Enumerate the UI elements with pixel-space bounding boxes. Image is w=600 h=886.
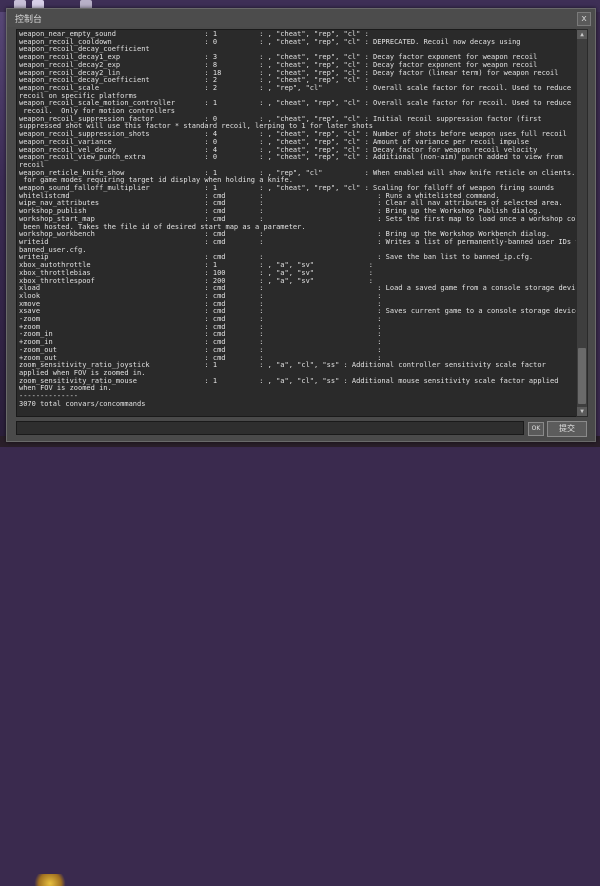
window-title: 控制台	[15, 15, 43, 25]
console-output-text: weapon_near_empty_sound : 1 : , "cheat",…	[19, 30, 577, 408]
console-output[interactable]: weapon_near_empty_sound : 1 : , "cheat",…	[16, 29, 577, 417]
console-line: 3070 total convars/concommands	[19, 399, 146, 408]
console-window: 控制台 x weapon_near_empty_sound : 1 : , "c…	[6, 8, 596, 442]
titlebar[interactable]: 控制台 x	[7, 9, 595, 27]
scrollbar-thumb[interactable]	[578, 348, 586, 404]
submit-button[interactable]: 提交	[547, 421, 587, 437]
command-input[interactable]	[16, 421, 524, 435]
scroll-down-arrow-icon[interactable]: ▼	[577, 407, 587, 416]
console-line: writeid : cmd : : Writes a list of perma…	[19, 237, 577, 246]
vertical-scrollbar[interactable]: ▲ ▼	[576, 29, 588, 417]
background-orb	[30, 874, 70, 886]
ok-icon[interactable]: OK	[528, 422, 544, 436]
close-button[interactable]: x	[577, 12, 591, 26]
console-line: when FOV is zoomed in.	[19, 384, 112, 393]
scroll-up-arrow-icon[interactable]: ▲	[577, 30, 587, 39]
console-line: weapon_recoil_view_punch_extra : 0 : , "…	[19, 153, 563, 162]
